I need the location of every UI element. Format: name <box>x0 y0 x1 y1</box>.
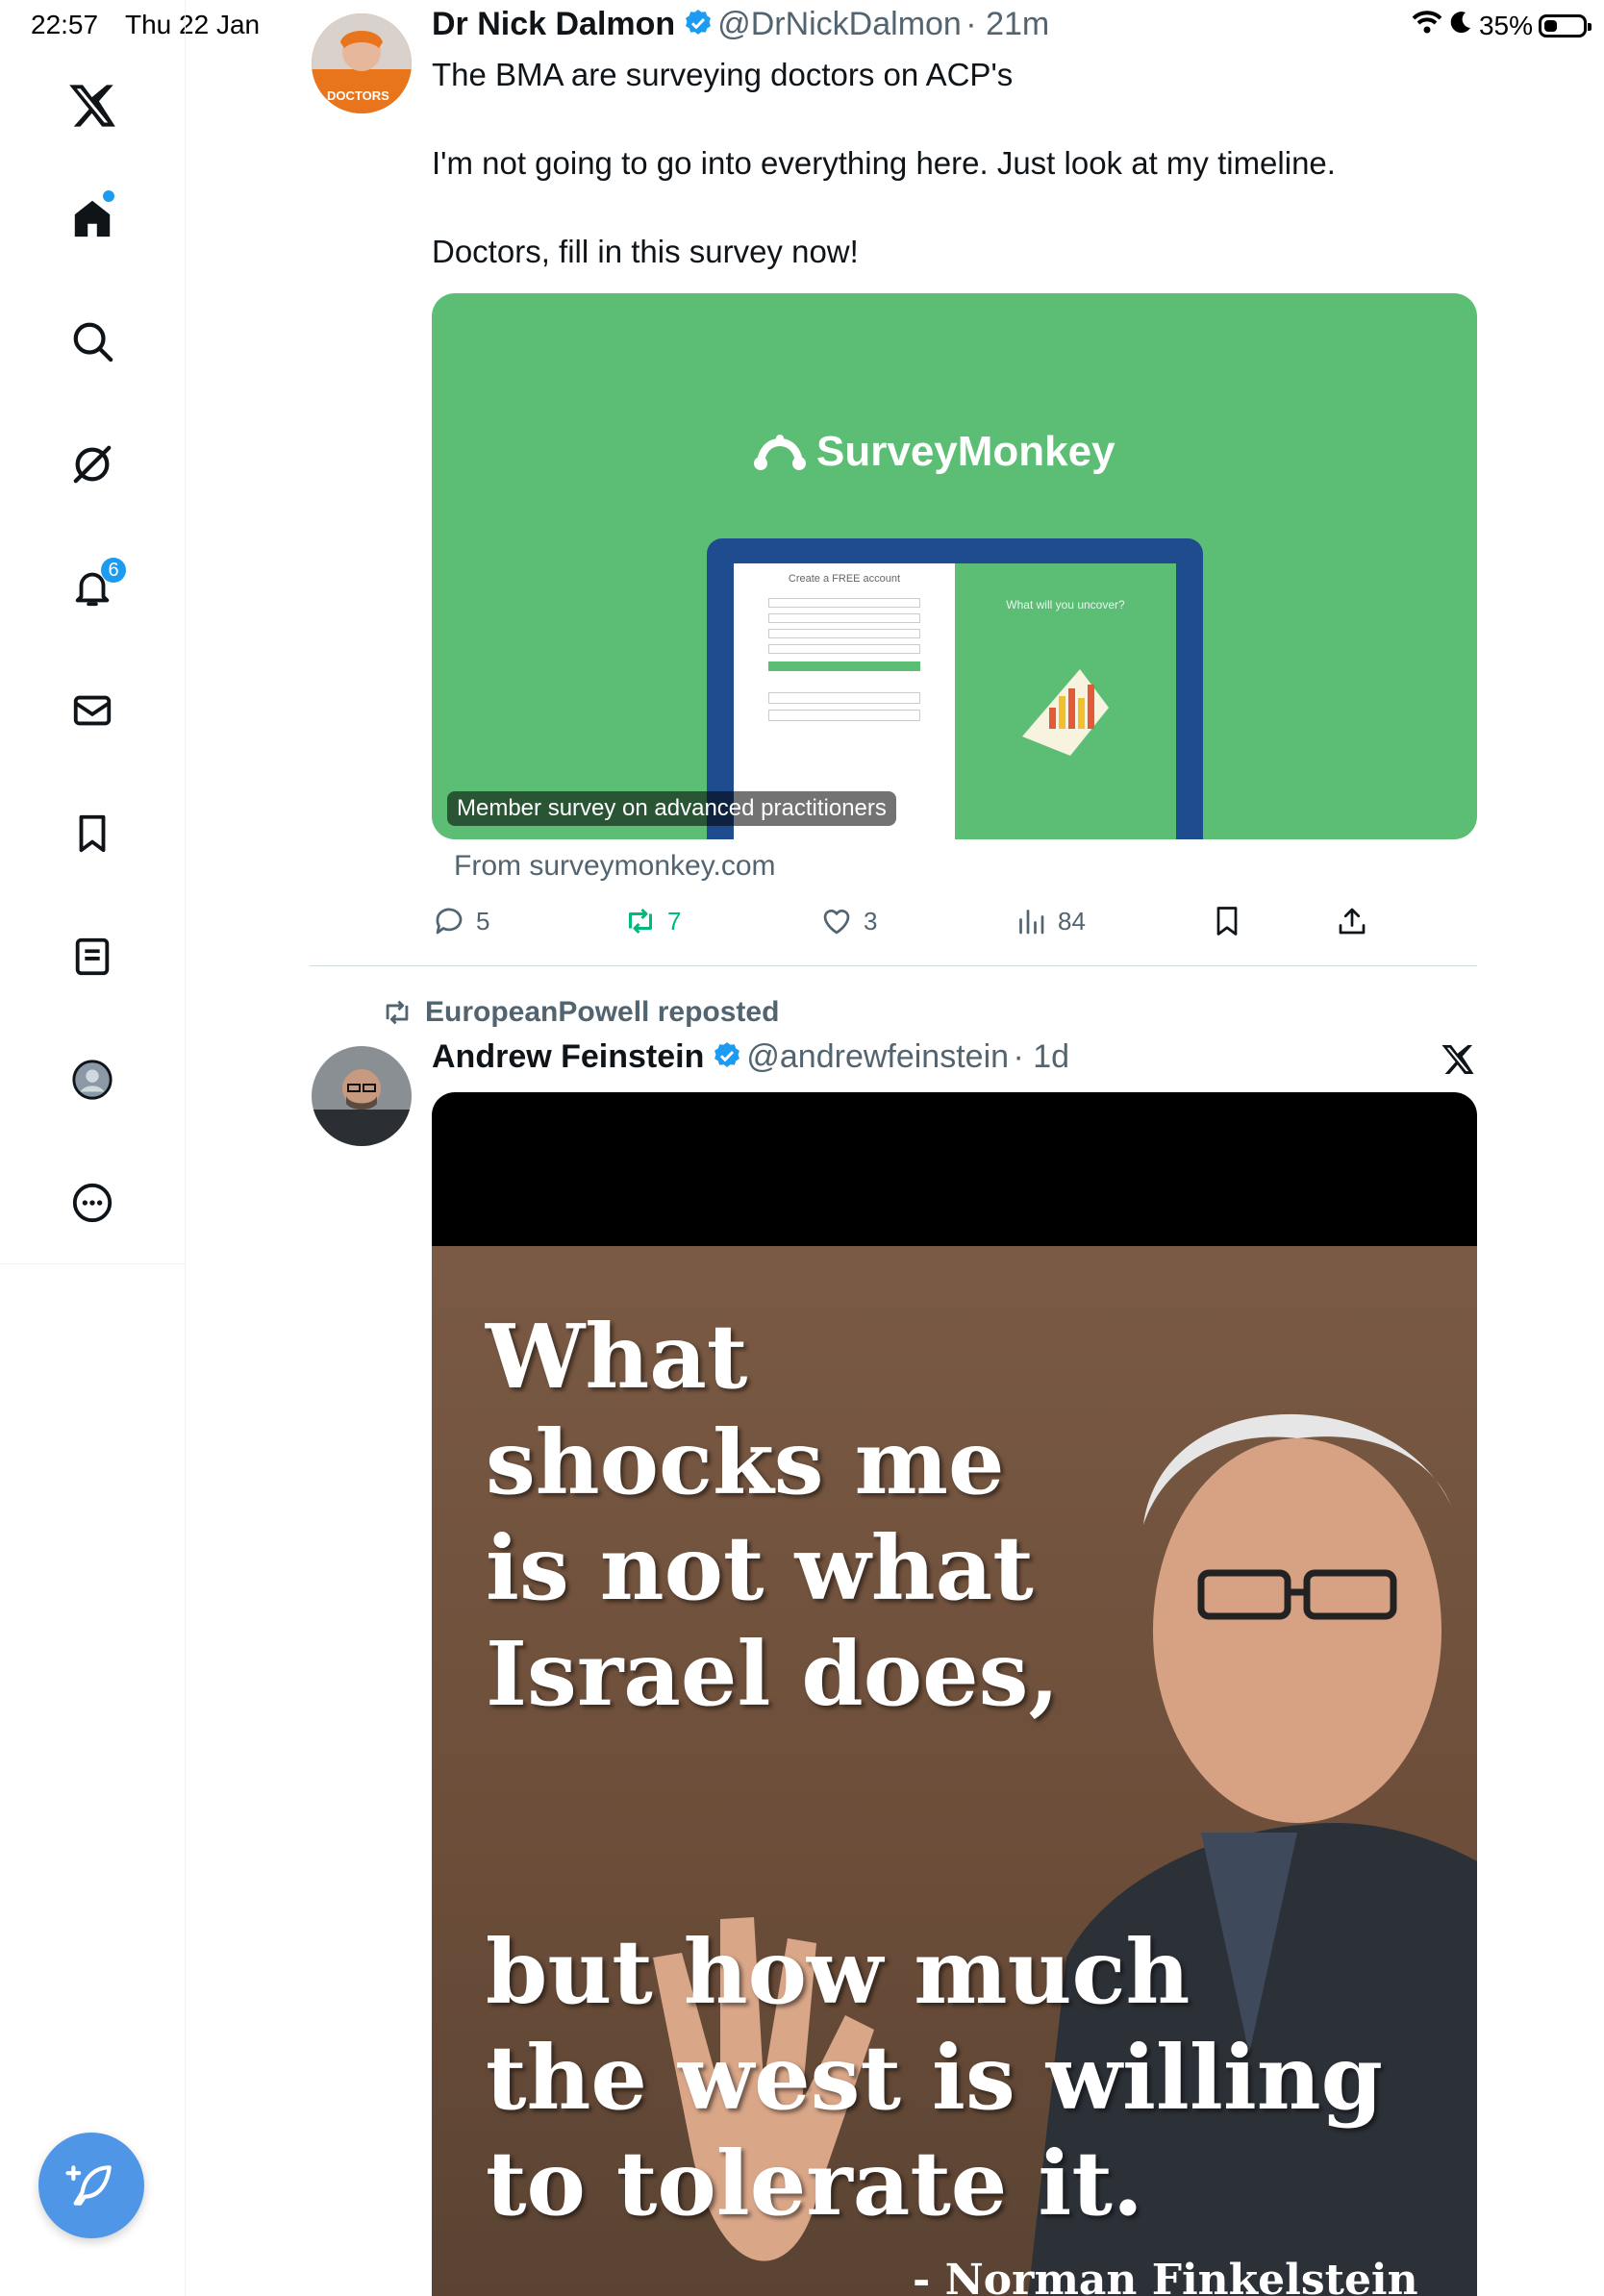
form-social-buttons <box>768 710 920 721</box>
battery-fill <box>1544 19 1557 32</box>
verified-badge-icon <box>683 8 714 43</box>
home-unread-dot <box>101 188 116 204</box>
post-time[interactable]: · 1d <box>1014 1038 1070 1075</box>
sidebar-divider <box>0 1263 185 1264</box>
card-caption: Member survey on advanced practitioners <box>447 791 896 826</box>
quote-line: shocks me <box>486 1410 1005 1514</box>
tweet-text-line: Doctors, fill in this survey now! <box>432 234 859 269</box>
post-media-image[interactable]: What shocks me is not what Israel does, … <box>432 1092 1477 2296</box>
moon-icon <box>1448 10 1473 41</box>
messages-icon[interactable] <box>59 677 126 744</box>
quote-text-block: What shocks me is not what Israel does, … <box>486 1304 1383 2236</box>
tweet-text-line: The BMA are surveying doctors on ACP's <box>432 57 1014 92</box>
author-name[interactable]: Dr Nick Dalmon <box>432 6 675 42</box>
search-icon[interactable] <box>59 308 126 375</box>
chart-illustration <box>1022 669 1109 756</box>
reply-button[interactable]: 5 <box>432 904 489 938</box>
avatar[interactable] <box>312 1046 412 1146</box>
share-button[interactable] <box>1335 904 1369 938</box>
surveymonkey-brand: SurveyMonkey <box>816 428 1115 475</box>
tweet-separator <box>310 965 1477 966</box>
status-indicators: 35% <box>1412 10 1591 41</box>
quote-gap <box>486 1727 1383 1919</box>
repost-label: EuropeanPowell reposted <box>425 996 780 1028</box>
notifications-icon[interactable]: 6 <box>59 554 126 621</box>
repost-button[interactable]: 7 <box>623 904 681 938</box>
form-field <box>768 598 920 608</box>
bookmark-button[interactable] <box>1210 904 1244 938</box>
grok-icon[interactable] <box>59 431 126 498</box>
lists-icon[interactable] <box>59 923 126 990</box>
repost-indicator[interactable]: EuropeanPowell reposted <box>381 996 779 1029</box>
quote-line: What <box>486 1305 748 1409</box>
author-handle[interactable]: @DrNickDalmon <box>717 6 962 42</box>
views-button[interactable]: 84 <box>1014 904 1086 938</box>
like-button[interactable]: 3 <box>819 904 877 938</box>
sidebar: 6 <box>0 0 186 2296</box>
repost-icon <box>386 1000 409 1025</box>
tweet-text-line: I'm not going to go into everything here… <box>432 145 1336 181</box>
quote-line: is not what <box>486 1516 1034 1620</box>
repost-icon <box>629 908 652 935</box>
quote-attribution: - Norman Finkelstein <box>913 2256 1418 2296</box>
bookmarks-icon[interactable] <box>59 800 126 867</box>
feather-plus-icon <box>65 2165 112 2206</box>
repost-count: 7 <box>667 906 682 936</box>
like-count: 3 <box>864 906 878 936</box>
laptop-green-panel: What will you uncover? <box>955 563 1176 839</box>
x-logo-icon[interactable] <box>1441 1042 1475 1077</box>
battery-icon <box>1539 13 1591 37</box>
card-source[interactable]: From surveymonkey.com <box>454 850 776 883</box>
compose-post-button[interactable] <box>38 2133 144 2238</box>
avatar-sign-text: DOCTORS <box>327 88 389 103</box>
surveymonkey-logo: SurveyMonkey <box>753 428 1115 476</box>
quote-line: to tolerate it. <box>486 2132 1143 2235</box>
form-field <box>768 613 920 623</box>
form-submit <box>768 661 920 671</box>
tweet-header: Dr Nick Dalmon @DrNickDalmon · 21m <box>432 6 1049 43</box>
avatar[interactable]: DOCTORS <box>312 13 412 113</box>
author-handle[interactable]: @andrewfeinstein <box>746 1038 1009 1075</box>
signup-form-title: Create a FREE account <box>788 573 901 585</box>
wifi-icon <box>1412 10 1442 41</box>
card-tagline: What will you uncover? <box>1006 598 1125 611</box>
quote-line: but how much <box>486 1920 1190 2024</box>
form-field <box>768 629 920 638</box>
verified-badge-icon <box>712 1040 742 1076</box>
form-field <box>768 644 920 654</box>
x-logo-icon[interactable] <box>67 81 117 131</box>
battery-percent: 35% <box>1478 10 1533 40</box>
tweet-header: Andrew Feinstein @andrewfeinstein · 1d <box>432 1038 1069 1076</box>
quote-line: the west is willing <box>486 2026 1383 2130</box>
notifications-badge: 6 <box>101 558 126 583</box>
profile-icon[interactable] <box>59 1046 126 1113</box>
link-card[interactable]: SurveyMonkey Create a FREE account What … <box>432 293 1477 839</box>
author-name[interactable]: Andrew Feinstein <box>432 1038 704 1075</box>
reply-count: 5 <box>476 906 490 936</box>
post-time[interactable]: · 21m <box>965 6 1049 42</box>
share-icon <box>1339 908 1366 935</box>
reply-icon <box>436 908 463 935</box>
views-icon <box>1019 910 1044 935</box>
bookmark-icon <box>1216 907 1238 936</box>
home-icon[interactable] <box>59 185 126 252</box>
more-icon[interactable] <box>59 1169 126 1236</box>
heart-icon <box>823 909 850 935</box>
form-social-buttons <box>768 692 920 704</box>
quote-line: Israel does, <box>486 1622 1060 1726</box>
views-count: 84 <box>1058 906 1086 936</box>
monkey-logo-icon <box>754 435 806 470</box>
